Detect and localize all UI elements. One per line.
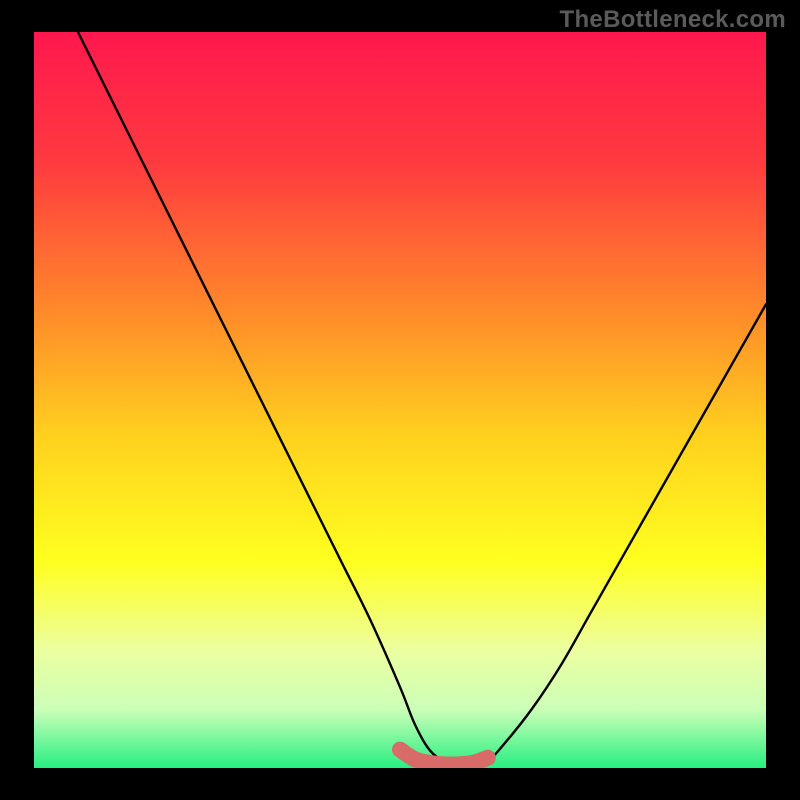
chart-svg [34,32,766,768]
watermark-text: TheBottleneck.com [560,6,786,34]
gradient-rect [34,32,766,768]
plot-area [34,32,766,768]
chart-frame: TheBottleneck.com [0,0,800,800]
